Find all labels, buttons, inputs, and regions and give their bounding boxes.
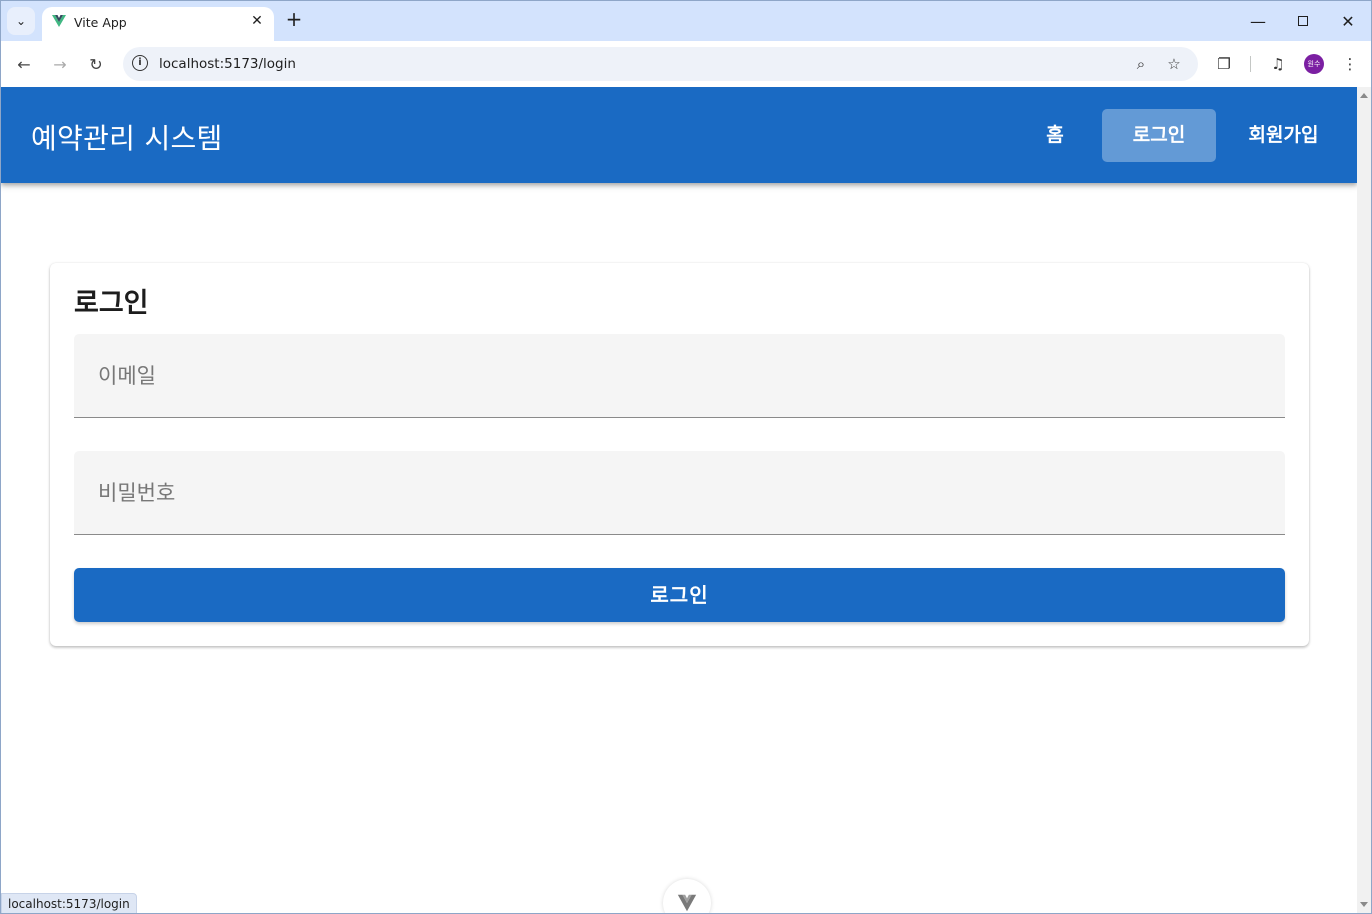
tab-bar: ⌄ Vite App ✕ + — ✕	[1, 1, 1371, 41]
tab-search-button[interactable]: ⌄	[7, 7, 35, 35]
maximize-button[interactable]	[1280, 7, 1326, 35]
profile-avatar[interactable]: 원수	[1304, 54, 1324, 74]
password-field[interactable]	[74, 451, 1285, 535]
tab-title: Vite App	[74, 15, 127, 30]
chevron-down-icon: ⌄	[15, 14, 27, 28]
login-title: 로그인	[74, 288, 149, 319]
vue-devtools-icon	[677, 894, 697, 912]
browser-window: ⌄ Vite App ✕ + — ✕ ← → ↻ i localhost:517…	[0, 0, 1372, 914]
nav-signup[interactable]: 회원가입	[1231, 109, 1336, 162]
bookmark-star-icon[interactable]: ☆	[1164, 54, 1184, 74]
email-field[interactable]	[74, 334, 1285, 418]
address-bar[interactable]: i localhost:5173/login ⌕ ☆	[123, 47, 1198, 81]
zoom-icon[interactable]: ⌕	[1131, 54, 1151, 74]
status-bar-url: localhost:5173/login	[1, 893, 137, 913]
extensions-icon[interactable]: ❐	[1213, 53, 1235, 75]
more-menu-icon[interactable]: ⋮	[1339, 53, 1361, 75]
vue-devtools-button[interactable]	[663, 879, 711, 913]
close-icon[interactable]: ✕	[248, 12, 266, 30]
nav-home[interactable]: 홈	[1027, 109, 1083, 162]
scroll-up-arrow-icon[interactable]	[1360, 93, 1368, 98]
login-card: 로그인 로그인	[50, 263, 1309, 646]
forward-button[interactable]: →	[46, 50, 74, 78]
media-controls-icon[interactable]: ♫	[1267, 53, 1289, 75]
app-header: 예약관리 시스템 홈 로그인 회원가입	[1, 87, 1357, 183]
browser-toolbar: ← → ↻ i localhost:5173/login ⌕ ☆ ❐ ♫ 원수 …	[1, 41, 1371, 87]
site-info-icon[interactable]: i	[132, 55, 148, 71]
close-window-button[interactable]: ✕	[1325, 7, 1371, 35]
url-text[interactable]: localhost:5173/login	[159, 56, 296, 72]
vue-favicon-icon	[52, 15, 66, 27]
login-submit-button[interactable]: 로그인	[74, 568, 1285, 622]
password-input[interactable]	[74, 451, 1285, 534]
maximize-icon	[1298, 16, 1308, 26]
tab-active[interactable]: Vite App ✕	[42, 7, 274, 41]
app-title[interactable]: 예약관리 시스템	[31, 117, 223, 157]
reload-button[interactable]: ↻	[82, 50, 110, 78]
arrow-right-icon: →	[53, 54, 67, 74]
new-tab-button[interactable]: +	[283, 9, 305, 31]
toolbar-divider	[1250, 56, 1251, 72]
page-viewport: 예약관리 시스템 홈 로그인 회원가입 로그인 로그인	[1, 87, 1357, 913]
nav-login[interactable]: 로그인	[1102, 109, 1216, 162]
email-input[interactable]	[74, 334, 1285, 417]
arrow-left-icon: ←	[17, 54, 31, 74]
minimize-button[interactable]: —	[1235, 7, 1281, 35]
scroll-down-arrow-icon[interactable]	[1360, 902, 1368, 907]
reload-icon: ↻	[89, 54, 103, 74]
back-button[interactable]: ←	[10, 50, 38, 78]
page-scrollbar[interactable]	[1357, 87, 1371, 913]
